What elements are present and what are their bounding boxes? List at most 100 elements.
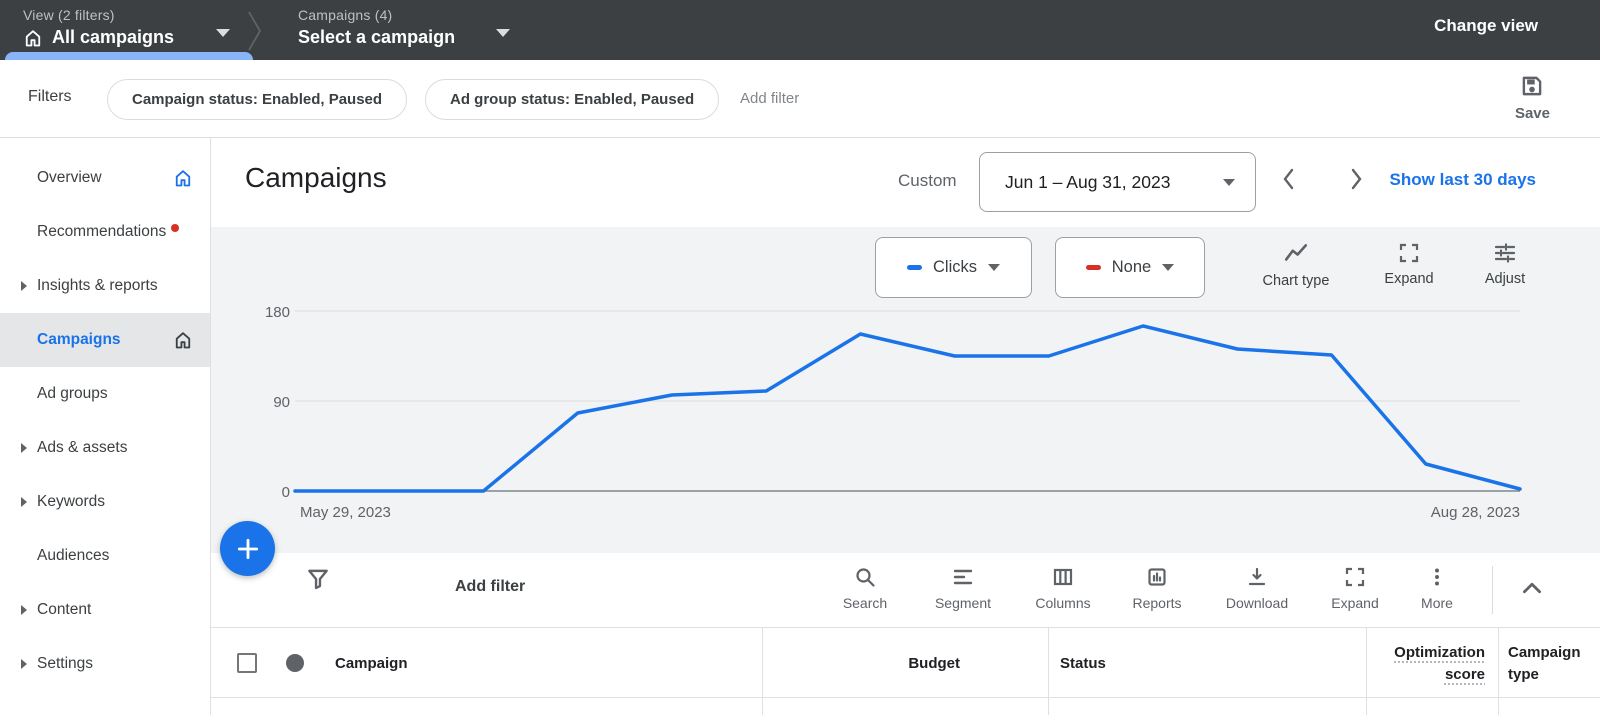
- sidebar-item-ads-assets[interactable]: Ads & assets: [0, 421, 210, 475]
- column-divider: [1048, 627, 1049, 715]
- view-selector-label: View (2 filters): [23, 7, 174, 23]
- column-header-optimization-score[interactable]: Optimization score: [1366, 642, 1485, 686]
- column-divider: [1498, 627, 1499, 715]
- sidebar-item-recommendations[interactable]: Recommendations: [0, 205, 210, 259]
- filter-chip-campaign-status[interactable]: Campaign status: Enabled, Paused: [107, 79, 407, 120]
- home-icon: [173, 330, 193, 350]
- columns-icon: [1051, 565, 1075, 589]
- download-icon: [1245, 565, 1269, 589]
- y-tick-0: 0: [282, 484, 290, 501]
- table-toolbar: Add filter Search Segment Columns: [211, 553, 1600, 627]
- campaign-selector-value: Select a campaign: [298, 27, 455, 48]
- sidebar-item-insights-reports[interactable]: Insights & reports: [0, 259, 210, 313]
- column-header-campaign-type[interactable]: Campaign type: [1508, 642, 1596, 686]
- change-view-button[interactable]: Change view: [1434, 16, 1538, 36]
- y-tick-180: 180: [265, 304, 290, 321]
- active-tab-indicator: [5, 52, 253, 60]
- filter-bar: Filters Campaign status: Enabled, Paused…: [0, 60, 1600, 138]
- secondary-metric-value: None: [1112, 258, 1151, 277]
- view-selector-value: All campaigns: [52, 27, 174, 48]
- select-all-checkbox[interactable]: [237, 653, 257, 673]
- filters-label: Filters: [28, 88, 72, 106]
- column-header-status[interactable]: Status: [1060, 655, 1106, 672]
- google-ads-app: View (2 filters) All campaigns Campaigns…: [0, 0, 1600, 715]
- column-divider: [762, 627, 763, 715]
- chevron-right-icon: [21, 605, 27, 615]
- chevron-down-icon: [988, 264, 1000, 271]
- download-button[interactable]: Download: [1219, 565, 1295, 611]
- expand-chart-button[interactable]: Expand: [1369, 241, 1449, 287]
- columns-button[interactable]: Columns: [1025, 565, 1101, 611]
- search-button[interactable]: Search: [827, 565, 903, 611]
- previous-period-button[interactable]: [1279, 166, 1299, 192]
- chevron-down-icon[interactable]: [216, 29, 230, 37]
- chevron-right-icon: [21, 281, 27, 291]
- clicks-series-line: [295, 326, 1520, 491]
- sidebar-navigation: Overview Recommendations Insights & repo…: [0, 138, 211, 715]
- column-header-campaign[interactable]: Campaign: [335, 655, 408, 672]
- sidebar-item-ad-groups[interactable]: Ad groups: [0, 367, 210, 421]
- expand-icon: [1343, 565, 1367, 589]
- series-color-swatch: [907, 265, 922, 270]
- next-period-button[interactable]: [1346, 166, 1366, 192]
- column-header-budget[interactable]: Budget: [762, 655, 960, 672]
- date-range-picker[interactable]: Jun 1 – Aug 31, 2023: [979, 152, 1256, 212]
- expand-table-button[interactable]: Expand: [1317, 565, 1393, 611]
- view-selector[interactable]: View (2 filters) All campaigns: [23, 7, 174, 48]
- sidebar-item-settings[interactable]: Settings: [0, 637, 210, 691]
- x-axis-end-label: Aug 28, 2023: [1431, 504, 1520, 521]
- primary-metric-value: Clicks: [933, 258, 977, 277]
- collapse-chart-button[interactable]: [1519, 575, 1545, 601]
- toolbar-divider: [1492, 566, 1493, 614]
- chevron-right-icon: [21, 659, 27, 669]
- show-last-30-days-link[interactable]: Show last 30 days: [1390, 170, 1536, 190]
- adjust-sliders-icon: [1493, 241, 1517, 265]
- column-divider: [1366, 627, 1367, 715]
- sidebar-item-keywords[interactable]: Keywords: [0, 475, 210, 529]
- save-icon: [1519, 73, 1545, 99]
- save-button[interactable]: Save: [1515, 73, 1550, 122]
- home-icon: [173, 168, 193, 188]
- chevron-down-icon[interactable]: [496, 29, 510, 37]
- status-circle-icon[interactable]: [286, 654, 304, 672]
- filter-funnel-icon[interactable]: [305, 566, 331, 592]
- y-tick-90: 90: [273, 394, 290, 411]
- expand-icon: [1397, 241, 1421, 265]
- reports-icon: [1145, 565, 1169, 589]
- date-mode-label: Custom: [898, 171, 957, 191]
- filter-chip-ad-group-status[interactable]: Ad group status: Enabled, Paused: [425, 79, 719, 120]
- top-navigation-bar: View (2 filters) All campaigns Campaigns…: [0, 0, 1600, 60]
- date-range-value: Jun 1 – Aug 31, 2023: [1005, 172, 1223, 193]
- sidebar-item-campaigns[interactable]: Campaigns: [0, 313, 210, 367]
- primary-metric-dropdown[interactable]: Clicks: [875, 237, 1032, 298]
- add-campaign-fab[interactable]: [220, 521, 275, 576]
- sidebar-item-audiences[interactable]: Audiences: [0, 529, 210, 583]
- reports-button[interactable]: Reports: [1119, 565, 1195, 611]
- chevron-down-icon: [1223, 179, 1235, 186]
- x-axis-start-label: May 29, 2023: [300, 504, 391, 521]
- sidebar-item-overview[interactable]: Overview: [0, 151, 210, 205]
- breadcrumb-separator-icon: [247, 10, 263, 52]
- add-filter-link[interactable]: Add filter: [740, 90, 799, 107]
- page-title: Campaigns: [245, 162, 387, 194]
- campaign-selector-label: Campaigns (4): [298, 7, 455, 23]
- chevron-right-icon: [21, 497, 27, 507]
- segment-button[interactable]: Segment: [925, 565, 1001, 611]
- more-button[interactable]: More: [1399, 565, 1475, 611]
- more-dots-icon: [1425, 565, 1449, 589]
- secondary-metric-dropdown[interactable]: None: [1055, 237, 1205, 298]
- search-icon: [853, 565, 877, 589]
- table-add-filter[interactable]: Add filter: [455, 578, 525, 596]
- campaign-selector[interactable]: Campaigns (4) Select a campaign: [298, 7, 455, 48]
- segment-icon: [951, 565, 975, 589]
- series-color-swatch: [1086, 265, 1101, 270]
- chevron-right-icon: [21, 443, 27, 453]
- adjust-chart-button[interactable]: Adjust: [1465, 241, 1545, 287]
- chart-type-icon: [1283, 241, 1309, 267]
- page-header: Campaigns Custom Jun 1 – Aug 31, 2023 Sh…: [211, 138, 1600, 227]
- chevron-down-icon: [1162, 264, 1174, 271]
- notification-dot: [171, 224, 179, 232]
- main-content: Campaigns Custom Jun 1 – Aug 31, 2023 Sh…: [211, 138, 1600, 715]
- chart-type-button[interactable]: Chart type: [1251, 241, 1341, 289]
- sidebar-item-content[interactable]: Content: [0, 583, 210, 637]
